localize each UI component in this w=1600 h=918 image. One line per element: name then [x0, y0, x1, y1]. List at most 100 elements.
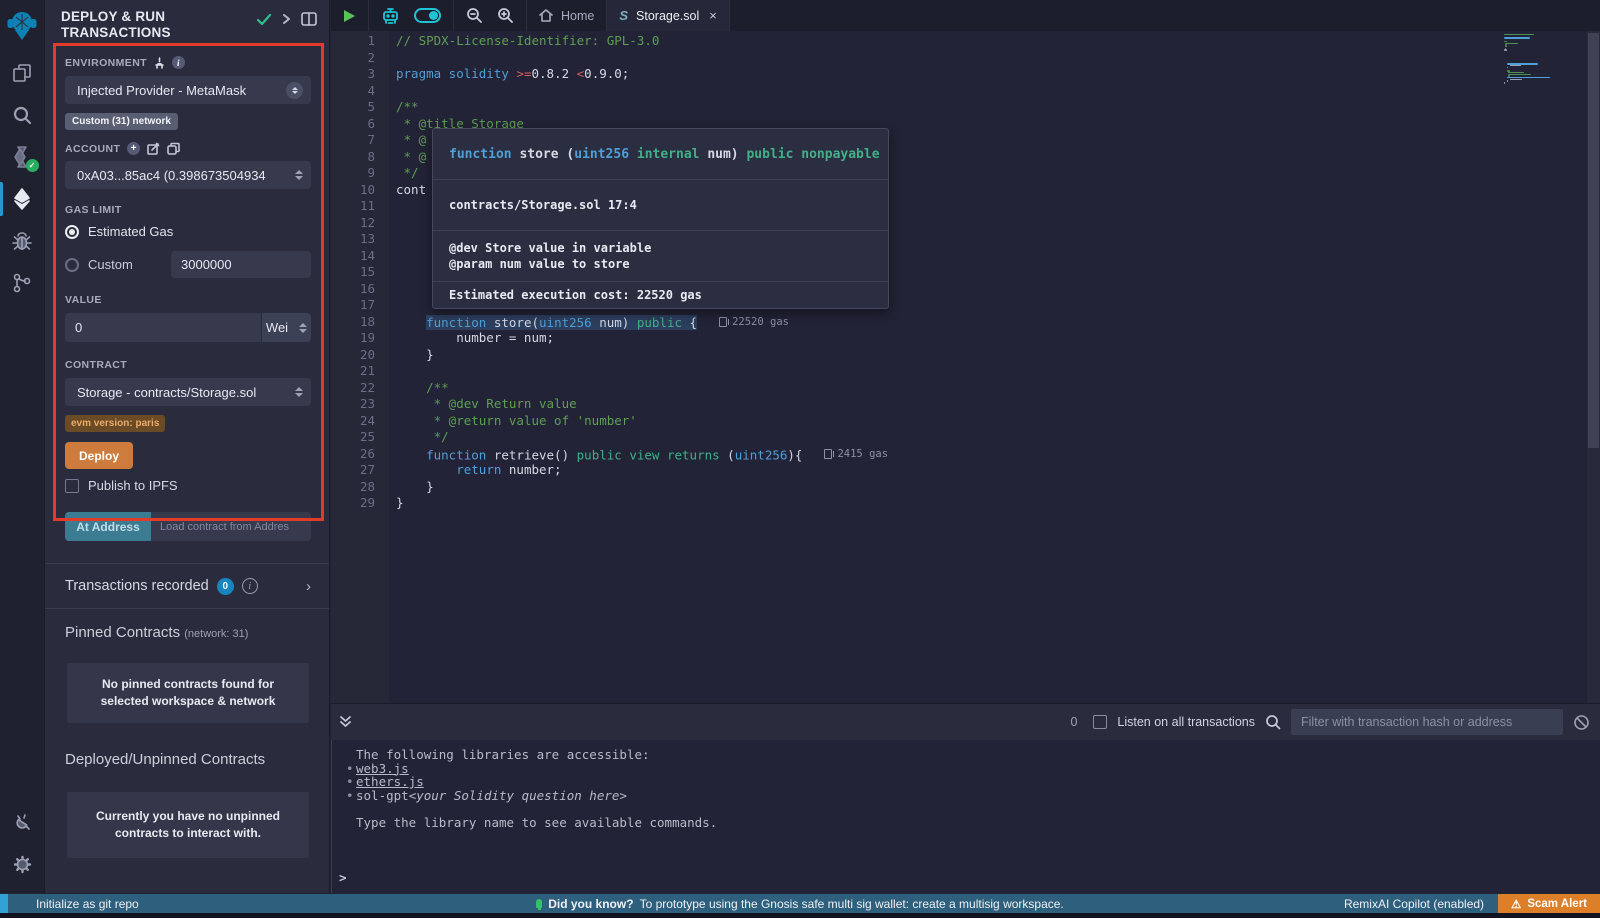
- git-init-status[interactable]: Initialize as git repo: [36, 897, 139, 911]
- custom-gas-input[interactable]: [171, 251, 311, 278]
- code-line[interactable]: 29}: [331, 495, 1600, 512]
- deployed-contracts-title: Deployed/Unpinned Contracts: [65, 751, 311, 768]
- code-line[interactable]: 23 * @dev Return value: [331, 396, 1600, 413]
- status-accent-chip: [0, 894, 8, 913]
- code-line[interactable]: 25 */: [331, 429, 1600, 446]
- remix-ide: ✓: [0, 0, 1600, 918]
- remix-logo-icon: [7, 10, 37, 42]
- file-explorer-icon: [11, 62, 33, 84]
- tab-storage-label: Storage.sol: [636, 9, 699, 23]
- code-line[interactable]: 2: [331, 50, 1600, 67]
- terminal-filter-input[interactable]: [1291, 709, 1563, 735]
- custom-gas-option[interactable]: Custom: [65, 251, 311, 278]
- code-line[interactable]: 28 }: [331, 479, 1600, 496]
- custom-gas-text: Custom: [88, 257, 133, 272]
- code-line[interactable]: 20 }: [331, 347, 1600, 364]
- chevron-updown-icon: [295, 387, 303, 397]
- contract-label: CONTRACT: [65, 359, 127, 371]
- at-address-input[interactable]: [151, 512, 311, 541]
- plug-icon[interactable]: [154, 57, 165, 69]
- environment-label: ENVIRONMENT: [65, 57, 147, 69]
- estimated-gas-radio[interactable]: [65, 225, 79, 239]
- deploy-button[interactable]: Deploy: [65, 442, 133, 469]
- terminal-count: 0: [1070, 715, 1077, 729]
- editor-tabbar: Home S Storage.sol ×: [331, 0, 1600, 31]
- sidebar-item-git[interactable]: [0, 262, 45, 304]
- scam-alert-button[interactable]: ⚠ Scam Alert: [1498, 894, 1600, 913]
- terminal-link[interactable]: web3.js: [356, 762, 409, 776]
- tab-home[interactable]: Home: [527, 0, 607, 31]
- listen-all-checkbox[interactable]: [1093, 715, 1107, 729]
- at-address-button[interactable]: At Address: [65, 512, 151, 541]
- tip-text: To prototype using the Gnosis safe multi…: [640, 897, 1064, 911]
- copy-icon[interactable]: [167, 142, 180, 155]
- ai-robot-icon[interactable]: [381, 7, 400, 25]
- estimated-gas-option[interactable]: Estimated Gas: [65, 224, 311, 239]
- pinned-empty-message: No pinned contracts found for selected w…: [67, 663, 309, 723]
- sidebar-item-deploy-run[interactable]: [0, 178, 45, 220]
- code-line[interactable]: 22 /**: [331, 380, 1600, 397]
- deploy-run-panel: DEPLOY & RUN TRANSACTIONS ENVIRONMENT i …: [45, 0, 330, 893]
- code-line[interactable]: 3pragma solidity >=0.8.2 <0.9.0;: [331, 66, 1600, 83]
- sidebar-item-search[interactable]: [0, 94, 45, 136]
- tooltip-signature: function store (uint256 internal num) pu…: [433, 129, 888, 180]
- collapse-chevrons-icon[interactable]: [339, 715, 352, 729]
- code-line[interactable]: 18 function store(uint256 num) public {2…: [331, 314, 1600, 331]
- columns-icon[interactable]: [301, 12, 317, 26]
- info-icon[interactable]: i: [242, 578, 258, 594]
- deployed-empty-message: Currently you have no unpinned contracts…: [67, 792, 309, 858]
- code-line[interactable]: 27 return number;: [331, 462, 1600, 479]
- value-label: VALUE: [65, 294, 102, 306]
- gas-estimate-annotation: 2415 gas: [824, 446, 888, 463]
- terminal-prompt[interactable]: >: [339, 870, 347, 885]
- search-icon: [1265, 714, 1281, 730]
- edit-icon[interactable]: [147, 142, 160, 155]
- check-icon: [256, 12, 272, 26]
- publish-ipfs-checkbox[interactable]: [65, 479, 79, 493]
- scrollbar-thumb[interactable]: [1588, 33, 1599, 448]
- sidebar-item-solidity-compiler[interactable]: ✓: [0, 136, 45, 178]
- zoom-in-icon[interactable]: [497, 7, 514, 24]
- remix-logo[interactable]: [0, 0, 45, 52]
- zoom-out-icon[interactable]: [466, 7, 483, 24]
- contract-select[interactable]: Storage - contracts/Storage.sol: [65, 378, 311, 406]
- close-tab-icon[interactable]: ×: [709, 8, 717, 23]
- sidebar-item-debugger[interactable]: [0, 220, 45, 262]
- code-line[interactable]: 24 * @return value of 'number': [331, 413, 1600, 430]
- sidebar-item-plugin-manager[interactable]: [0, 801, 45, 843]
- function-hover-tooltip: function store (uint256 internal num) pu…: [432, 128, 889, 309]
- terminal-link[interactable]: ethers.js: [356, 775, 424, 789]
- add-account-icon[interactable]: +: [127, 142, 140, 155]
- publish-ipfs-label: Publish to IPFS: [88, 478, 178, 493]
- bottom-strip: [0, 913, 1600, 918]
- publish-ipfs-option[interactable]: Publish to IPFS: [65, 478, 311, 493]
- code-line[interactable]: 21: [331, 363, 1600, 380]
- tab-storage-sol[interactable]: S Storage.sol ×: [607, 0, 730, 31]
- toggle-switch[interactable]: [414, 8, 441, 23]
- lightbulb-icon: [536, 899, 542, 908]
- copilot-status[interactable]: RemixAI Copilot (enabled): [1344, 897, 1484, 911]
- expand-chevron-icon[interactable]: ›: [306, 578, 311, 595]
- account-select[interactable]: 0xA03...85ac4 (0.398673504934: [65, 161, 311, 189]
- code-line[interactable]: 5/**: [331, 99, 1600, 116]
- sidebar-item-settings[interactable]: [0, 843, 45, 885]
- chevron-right-icon[interactable]: [282, 13, 291, 25]
- code-line[interactable]: 1// SPDX-License-Identifier: GPL-3.0: [331, 33, 1600, 50]
- value-input[interactable]: [65, 313, 261, 342]
- sidebar-item-file-explorer[interactable]: [0, 52, 45, 94]
- chevron-updown-icon: [286, 82, 303, 99]
- ban-icon[interactable]: [1573, 714, 1590, 731]
- play-icon[interactable]: [343, 9, 356, 23]
- editor-scrollbar[interactable]: [1587, 31, 1600, 703]
- code-line[interactable]: 4: [331, 83, 1600, 100]
- terminal-output[interactable]: The following libraries are accessible:•…: [331, 740, 1600, 893]
- value-unit-select[interactable]: Wei: [262, 313, 311, 342]
- info-icon[interactable]: i: [172, 56, 185, 69]
- custom-gas-radio[interactable]: [65, 258, 79, 272]
- environment-select[interactable]: Injected Provider - MetaMask: [65, 76, 311, 104]
- deploy-run-icon: [12, 187, 32, 211]
- settings-gear-icon: [12, 854, 33, 875]
- network-badge: Custom (31) network: [65, 113, 178, 130]
- code-line[interactable]: 19 number = num;: [331, 330, 1600, 347]
- code-line[interactable]: 26 function retrieve() public view retur…: [331, 446, 1600, 463]
